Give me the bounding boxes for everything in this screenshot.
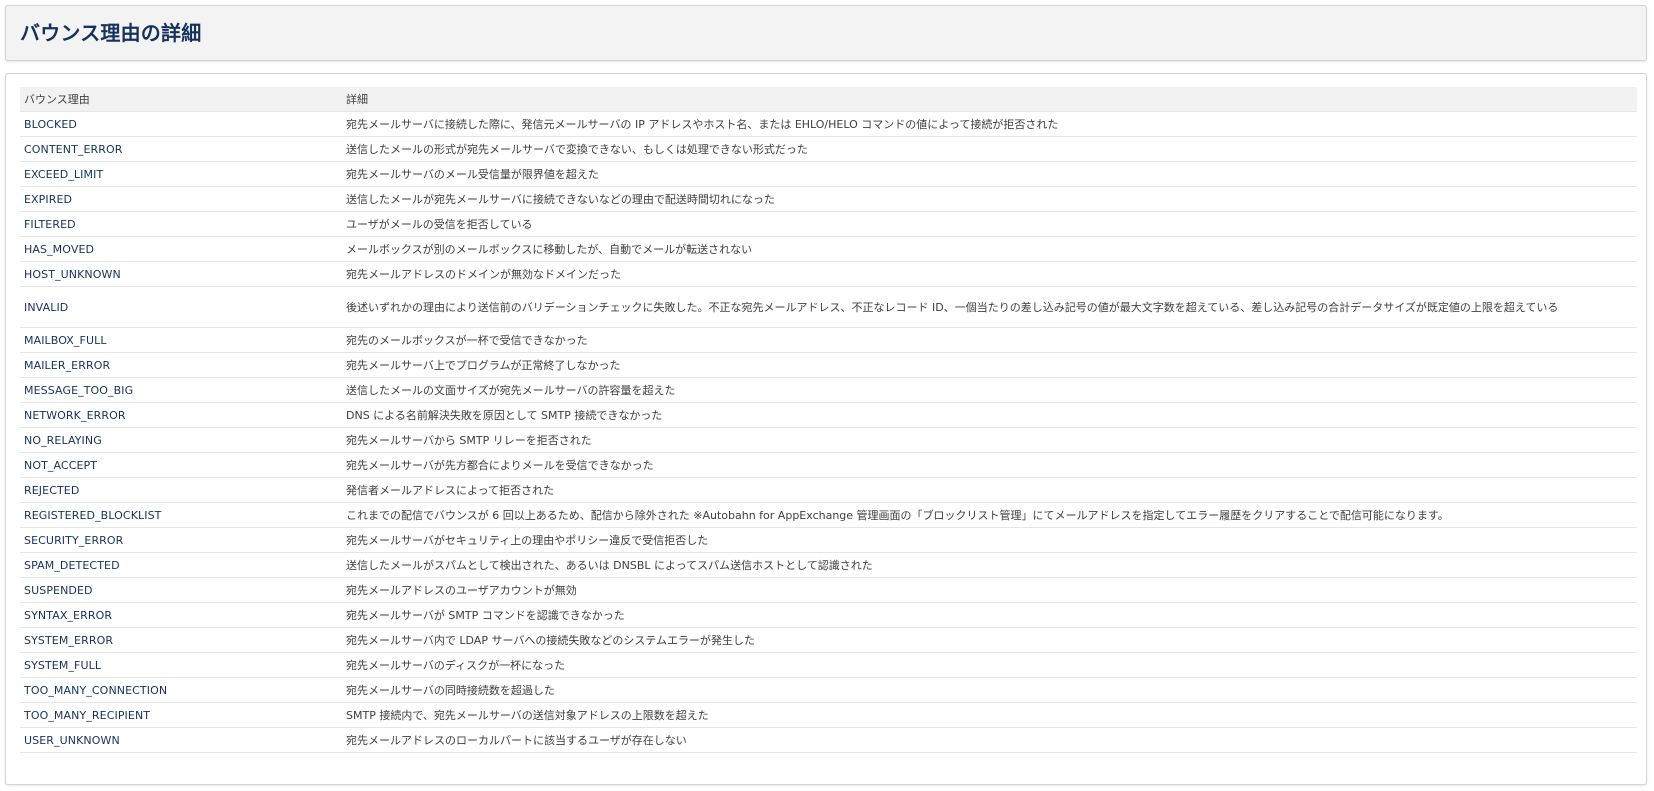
detail-cell: 宛先メールサーバから SMTP リレーを拒否された [342, 427, 1637, 453]
detail-cell: 宛先メールサーバ内で LDAP サーバへの接続失敗などのシステムエラーが発生した [342, 627, 1637, 653]
table-row: HAS_MOVED メールボックスが別のメールボックスに移動したが、自動でメール… [20, 236, 1637, 262]
table-row: HOST_UNKNOWN 宛先メールアドレスのドメインが無効なドメインだった [20, 261, 1637, 287]
detail-cell: 宛先メールアドレスのユーザアカウントが無効 [342, 577, 1637, 603]
reason-cell: USER_UNKNOWN [20, 727, 342, 753]
detail-cell: 宛先メールサーバが先方都合によりメールを受信できなかった [342, 452, 1637, 478]
detail-cell: 宛先メールサーバ上でプログラムが正常終了しなかった [342, 352, 1637, 378]
reason-cell: NO_RELAYING [20, 427, 342, 453]
detail-cell: 宛先メールサーバが SMTP コマンドを認識できなかった [342, 602, 1637, 628]
detail-cell: 発信者メールアドレスによって拒否された [342, 477, 1637, 503]
reason-cell: REJECTED [20, 477, 342, 503]
table-row: SECURITY_ERROR 宛先メールサーバがセキュリティ上の理由やポリシー違… [20, 527, 1637, 553]
detail-cell: 送信したメールがスパムとして検出された、あるいは DNSBL によってスパム送信… [342, 552, 1637, 578]
reason-cell: FILTERED [20, 211, 342, 237]
table-row: SYSTEM_FULL 宛先メールサーバのディスクが一杯になった [20, 652, 1637, 678]
reason-cell: EXPIRED [20, 186, 342, 212]
table-row: TOO_MANY_RECIPIENT SMTP 接続内で、宛先メールサーバの送信… [20, 702, 1637, 728]
reason-cell: MAILER_ERROR [20, 352, 342, 378]
detail-cell: ユーザがメールの受信を拒否している [342, 211, 1637, 237]
page: バウンス理由の詳細 バウンス理由 詳細 BLOCKED 宛先メールサーバに接続し… [0, 0, 1654, 791]
reason-cell: NETWORK_ERROR [20, 402, 342, 428]
reason-cell: SYNTAX_ERROR [20, 602, 342, 628]
table-row: EXCEED_LIMIT 宛先メールサーバのメール受信量が限界値を超えた [20, 161, 1637, 187]
table-row: NETWORK_ERROR DNS による名前解決失敗を原因として SMTP 接… [20, 402, 1637, 428]
table-row: FILTERED ユーザがメールの受信を拒否している [20, 211, 1637, 237]
table-row: NOT_ACCEPT 宛先メールサーバが先方都合によりメールを受信できなかった [20, 452, 1637, 478]
reason-cell: EXCEED_LIMIT [20, 161, 342, 187]
reason-cell: SYSTEM_FULL [20, 652, 342, 678]
reason-cell: MAILBOX_FULL [20, 327, 342, 353]
table-row: REGISTERED_BLOCKLIST これまでの配信でバウンスが 6 回以上… [20, 502, 1637, 528]
detail-cell: メールボックスが別のメールボックスに移動したが、自動でメールが転送されない [342, 236, 1637, 262]
table-row: SYNTAX_ERROR 宛先メールサーバが SMTP コマンドを認識できなかっ… [20, 602, 1637, 628]
page-title: バウンス理由の詳細 [20, 21, 202, 45]
detail-cell: 宛先メールサーバのディスクが一杯になった [342, 652, 1637, 678]
table-row: TOO_MANY_CONNECTION 宛先メールサーバの同時接続数を超過した [20, 677, 1637, 703]
detail-cell: 送信したメールが宛先メールサーバに接続できないなどの理由で配送時間切れになった [342, 186, 1637, 212]
table-row: SUSPENDED 宛先メールアドレスのユーザアカウントが無効 [20, 577, 1637, 603]
table-header-row: バウンス理由 詳細 [20, 87, 1637, 112]
reason-cell: HAS_MOVED [20, 236, 342, 262]
reason-cell: TOO_MANY_CONNECTION [20, 677, 342, 703]
table-row: INVALID 後述いずれかの理由により送信前のバリデーションチェックに失敗した… [20, 286, 1637, 328]
reason-cell: SUSPENDED [20, 577, 342, 603]
detail-cell: 宛先メールアドレスのローカルパートに該当するユーザが存在しない [342, 727, 1637, 753]
table-row: NO_RELAYING 宛先メールサーバから SMTP リレーを拒否された [20, 427, 1637, 453]
detail-cell: これまでの配信でバウンスが 6 回以上あるため、配信から除外された ※Autob… [342, 502, 1637, 528]
reason-cell: SYSTEM_ERROR [20, 627, 342, 653]
table-row: CONTENT_ERROR 送信したメールの形式が宛先メールサーバで変換できない… [20, 136, 1637, 162]
reason-cell: INVALID [20, 286, 342, 328]
table-body: BLOCKED 宛先メールサーバに接続した際に、発信元メールサーバの IP アド… [20, 111, 1637, 753]
table-row: MAILBOX_FULL 宛先のメールボックスが一杯で受信できなかった [20, 327, 1637, 353]
detail-cell: 宛先メールサーバに接続した際に、発信元メールサーバの IP アドレスやホスト名、… [342, 111, 1637, 137]
reason-cell: MESSAGE_TOO_BIG [20, 377, 342, 403]
table-row: USER_UNKNOWN 宛先メールアドレスのローカルパートに該当するユーザが存… [20, 727, 1637, 753]
table-row: EXPIRED 送信したメールが宛先メールサーバに接続できないなどの理由で配送時… [20, 186, 1637, 212]
detail-cell: 後述いずれかの理由により送信前のバリデーションチェックに失敗した。不正な宛先メー… [342, 286, 1637, 328]
table-row: BLOCKED 宛先メールサーバに接続した際に、発信元メールサーバの IP アド… [20, 111, 1637, 137]
detail-cell: 宛先メールサーバの同時接続数を超過した [342, 677, 1637, 703]
detail-cell: 送信したメールの文面サイズが宛先メールサーバの許容量を超えた [342, 377, 1637, 403]
column-header-detail: 詳細 [342, 87, 1637, 112]
reason-cell: HOST_UNKNOWN [20, 261, 342, 287]
content-panel: バウンス理由 詳細 BLOCKED 宛先メールサーバに接続した際に、発信元メール… [5, 73, 1647, 785]
page-header: バウンス理由の詳細 [5, 5, 1647, 61]
table-header: バウンス理由 詳細 [20, 87, 1637, 112]
detail-cell: DNS による名前解決失敗を原因として SMTP 接続できなかった [342, 402, 1637, 428]
bounce-reasons-table: バウンス理由 詳細 BLOCKED 宛先メールサーバに接続した際に、発信元メール… [20, 87, 1637, 753]
table-row: SPAM_DETECTED 送信したメールがスパムとして検出された、あるいは D… [20, 552, 1637, 578]
table-row: MESSAGE_TOO_BIG 送信したメールの文面サイズが宛先メールサーバの許… [20, 377, 1637, 403]
reason-cell: TOO_MANY_RECIPIENT [20, 702, 342, 728]
detail-cell: 宛先のメールボックスが一杯で受信できなかった [342, 327, 1637, 353]
reason-cell: BLOCKED [20, 111, 342, 137]
detail-cell: 宛先メールサーバのメール受信量が限界値を超えた [342, 161, 1637, 187]
reason-cell: SPAM_DETECTED [20, 552, 342, 578]
reason-cell: REGISTERED_BLOCKLIST [20, 502, 342, 528]
column-header-reason: バウンス理由 [20, 87, 342, 112]
table-row: MAILER_ERROR 宛先メールサーバ上でプログラムが正常終了しなかった [20, 352, 1637, 378]
table-row: REJECTED 発信者メールアドレスによって拒否された [20, 477, 1637, 503]
reason-cell: SECURITY_ERROR [20, 527, 342, 553]
table-row: SYSTEM_ERROR 宛先メールサーバ内で LDAP サーバへの接続失敗など… [20, 627, 1637, 653]
detail-cell: 宛先メールサーバがセキュリティ上の理由やポリシー違反で受信拒否した [342, 527, 1637, 553]
detail-cell: 送信したメールの形式が宛先メールサーバで変換できない、もしくは処理できない形式だ… [342, 136, 1637, 162]
reason-cell: CONTENT_ERROR [20, 136, 342, 162]
detail-cell: SMTP 接続内で、宛先メールサーバの送信対象アドレスの上限数を超えた [342, 702, 1637, 728]
detail-cell: 宛先メールアドレスのドメインが無効なドメインだった [342, 261, 1637, 287]
reason-cell: NOT_ACCEPT [20, 452, 342, 478]
